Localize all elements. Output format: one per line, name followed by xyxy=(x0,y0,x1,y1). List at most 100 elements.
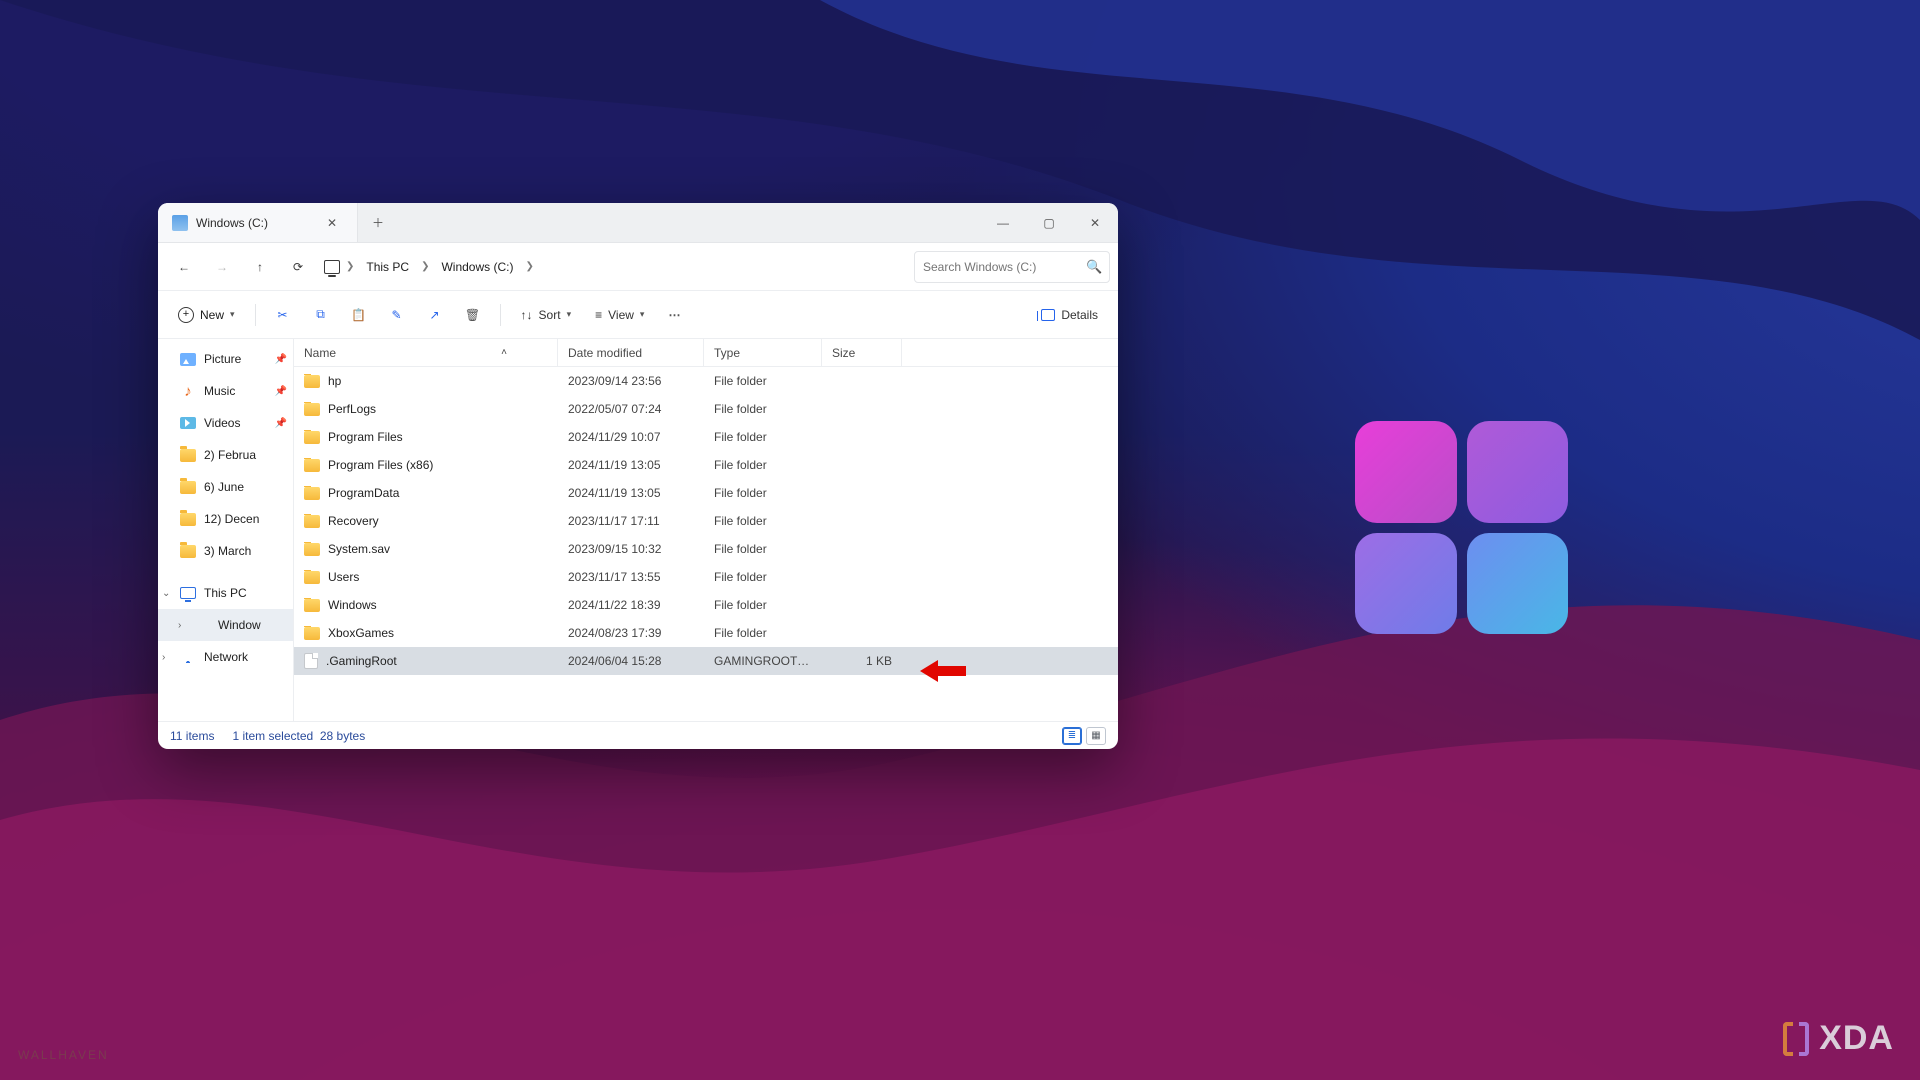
this-pc-icon xyxy=(180,587,196,599)
toolbar-separator xyxy=(255,304,256,326)
sidebar-windows-drive[interactable]: › Window xyxy=(158,609,293,641)
file-type: GAMINGROOT File xyxy=(704,654,822,668)
titlebar[interactable]: Windows (C:) ✕ ＋ ― ▢ ✕ xyxy=(158,203,1118,243)
search-icon[interactable]: 🔍 xyxy=(1086,259,1102,275)
chevron-right-icon[interactable]: › xyxy=(162,652,165,663)
chevron-right-icon[interactable]: ❯ xyxy=(421,261,429,272)
sidebar-this-pc[interactable]: ⌄ This PC xyxy=(158,577,293,609)
details-pane-icon xyxy=(1041,309,1055,321)
breadcrumb-this-pc[interactable]: This PC xyxy=(360,256,415,278)
file-row[interactable]: Program Files (x86)2024/11/19 13:05File … xyxy=(294,451,1118,479)
view-details-toggle[interactable]: ≣ xyxy=(1062,727,1082,745)
sidebar-item-picture[interactable]: Picture📌 xyxy=(158,343,293,375)
file-date: 2022/05/07 07:24 xyxy=(558,402,704,416)
new-tab-button[interactable]: ＋ xyxy=(358,203,398,242)
search-input[interactable] xyxy=(923,260,1078,274)
file-row[interactable]: hp2023/09/14 23:56File folder xyxy=(294,367,1118,395)
sidebar-item-12-decen[interactable]: 12) Decen xyxy=(158,503,293,535)
details-pane-button[interactable]: Details xyxy=(1031,299,1108,331)
minimize-button[interactable]: ― xyxy=(980,203,1026,242)
chevron-down-icon: ▾ xyxy=(567,309,572,320)
file-date: 2024/11/22 18:39 xyxy=(558,598,704,612)
sidebar-item-label: Network xyxy=(204,650,248,664)
xda-text: XDA xyxy=(1819,1019,1894,1058)
sidebar-item-videos[interactable]: Videos📌 xyxy=(158,407,293,439)
chevron-right-icon[interactable]: ❯ xyxy=(525,261,533,272)
videos-icon xyxy=(180,417,196,429)
more-button[interactable]: ⋯ xyxy=(658,299,692,331)
file-type: File folder xyxy=(704,542,822,556)
file-rows[interactable]: hp2023/09/14 23:56File folderPerfLogs202… xyxy=(294,367,1118,721)
view-icon: ≡ xyxy=(595,308,602,322)
column-header-date[interactable]: Date modified xyxy=(558,339,704,366)
sidebar-item-label: 2) Februa xyxy=(204,448,256,462)
sidebar-item-label: This PC xyxy=(204,586,247,600)
close-button[interactable]: ✕ xyxy=(1072,203,1118,242)
view-thumbnails-toggle[interactable]: ▦ xyxy=(1086,727,1106,745)
file-name: System.sav xyxy=(328,542,390,556)
back-button[interactable]: ← xyxy=(166,249,202,285)
tab-close-button[interactable]: ✕ xyxy=(321,212,343,234)
forward-button[interactable]: → xyxy=(204,249,240,285)
share-button[interactable]: ↗ xyxy=(418,299,452,331)
delete-button[interactable]: 🗑 xyxy=(456,299,490,331)
folder-icon xyxy=(304,599,320,612)
file-row[interactable]: ProgramData2024/11/19 13:05File folder xyxy=(294,479,1118,507)
navigation-sidebar[interactable]: Picture📌♪Music📌Videos📌 2) Februa 6) June12… xyxy=(158,339,294,721)
sidebar-network[interactable]: › Network xyxy=(158,641,293,673)
view-button[interactable]: ≡ View ▾ xyxy=(585,299,654,331)
chevron-right-icon[interactable]: ❯ xyxy=(346,261,354,272)
file-type: File folder xyxy=(704,570,822,584)
status-selection: 1 item selected xyxy=(232,729,313,743)
file-date: 2024/11/19 13:05 xyxy=(558,458,704,472)
column-headers[interactable]: Name ˄ Date modified Type Size xyxy=(294,339,1118,367)
file-row[interactable]: Users2023/11/17 13:55File folder xyxy=(294,563,1118,591)
file-size: 1 KB xyxy=(822,654,902,668)
maximize-button[interactable]: ▢ xyxy=(1026,203,1072,242)
file-date: 2023/09/14 23:56 xyxy=(558,374,704,388)
view-label: View xyxy=(608,308,634,322)
new-button[interactable]: + New ▾ xyxy=(168,299,245,331)
file-row[interactable]: Program Files2024/11/29 10:07File folder xyxy=(294,423,1118,451)
breadcrumb-windows-c[interactable]: Windows (C:) xyxy=(435,256,519,278)
file-row[interactable]: System.sav 2023/09/15 10:32File folder xyxy=(294,535,1118,563)
file-row[interactable]: PerfLogs2022/05/07 07:24File folder xyxy=(294,395,1118,423)
column-header-name[interactable]: Name ˄ xyxy=(294,339,558,366)
pictures-icon xyxy=(180,353,196,366)
file-name: Users xyxy=(328,570,359,584)
cut-button[interactable]: ✂ xyxy=(266,299,300,331)
file-name: Program Files (x86) xyxy=(328,458,433,472)
sidebar-item-music[interactable]: ♪Music📌 xyxy=(158,375,293,407)
file-row[interactable]: .GamingRoot2024/06/04 15:28GAMINGROOT Fi… xyxy=(294,647,1118,675)
file-name: Windows xyxy=(328,598,377,612)
toolbar-separator xyxy=(500,304,501,326)
status-bytes: 28 bytes xyxy=(320,729,365,743)
rename-button[interactable]: ✎ xyxy=(380,299,414,331)
sort-button[interactable]: ↑↓ Sort ▾ xyxy=(511,299,582,331)
paste-button[interactable]: 📋 xyxy=(342,299,376,331)
wallhaven-watermark: WALLHAVEN xyxy=(18,1048,109,1062)
sidebar-item-6-june[interactable]: 6) June xyxy=(158,471,293,503)
column-header-size[interactable]: Size xyxy=(822,339,902,366)
chevron-right-icon[interactable]: › xyxy=(178,620,181,631)
new-label: New xyxy=(200,308,224,322)
copy-button[interactable]: ⧉ xyxy=(304,299,338,331)
file-row[interactable]: Recovery2023/11/17 17:11File folder xyxy=(294,507,1118,535)
tab-windows-c[interactable]: Windows (C:) ✕ xyxy=(158,203,358,242)
status-bar: 11 items 1 item selected 28 bytes ≣ ▦ xyxy=(158,721,1118,749)
column-header-type[interactable]: Type xyxy=(704,339,822,366)
up-button[interactable]: ↑ xyxy=(242,249,278,285)
file-date: 2023/09/15 10:32 xyxy=(558,542,704,556)
refresh-button[interactable]: ⟳ xyxy=(280,249,316,285)
chevron-down-icon[interactable]: ⌄ xyxy=(162,588,170,599)
file-row[interactable]: Windows2024/11/22 18:39File folder xyxy=(294,591,1118,619)
folder-icon xyxy=(180,513,196,526)
folder-icon xyxy=(304,571,320,584)
sidebar-item-2-februa[interactable]: 2) Februa xyxy=(158,439,293,471)
search-box[interactable]: 🔍 xyxy=(914,251,1110,283)
breadcrumb[interactable]: ❯ This PC ❯ Windows (C:) ❯ xyxy=(318,256,912,278)
file-date: 2024/11/29 10:07 xyxy=(558,430,704,444)
file-row[interactable]: XboxGames2024/08/23 17:39File folder xyxy=(294,619,1118,647)
sidebar-item-3-march[interactable]: 3) March xyxy=(158,535,293,567)
chevron-down-icon: ▾ xyxy=(230,309,235,320)
